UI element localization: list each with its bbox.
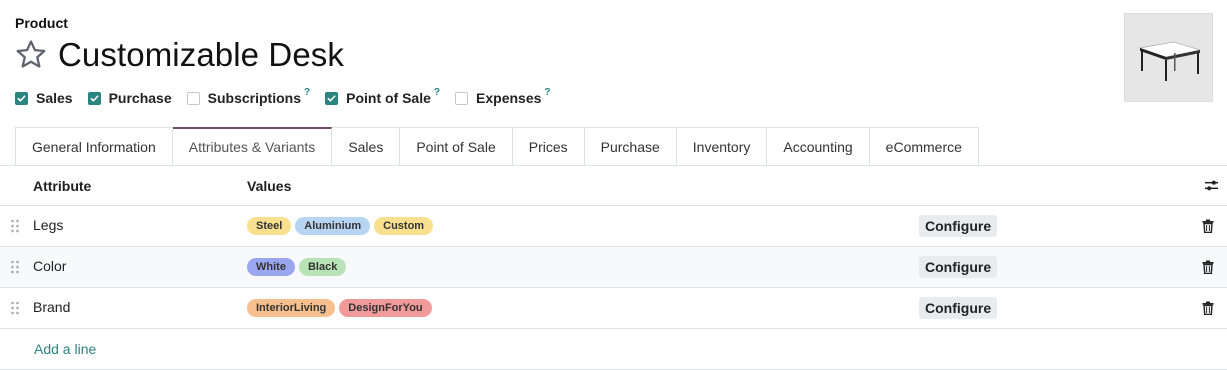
configure-button[interactable]: Configure — [919, 215, 998, 237]
product-title[interactable]: Customizable Desk — [58, 36, 344, 74]
checkbox[interactable] — [15, 91, 28, 105]
tab-prices[interactable]: Prices — [512, 127, 585, 166]
flag-label[interactable]: Sales — [36, 90, 73, 106]
tab-accounting[interactable]: Accounting — [767, 127, 870, 166]
attribute-values[interactable]: White Black — [247, 258, 350, 276]
value-tag[interactable]: DesignForYou — [339, 299, 432, 317]
add-line-link[interactable]: Add a line — [34, 341, 96, 357]
attribute-name[interactable]: Color — [33, 258, 66, 274]
tab-purchase[interactable]: Purchase — [584, 127, 677, 166]
help-icon[interactable]: ? — [544, 87, 550, 98]
checkmark-icon — [90, 94, 99, 102]
product-flags: Sales Purchase Subscriptions? Point of Sale… — [15, 87, 566, 106]
trash-icon[interactable] — [1202, 260, 1214, 274]
table-row[interactable]: Brand InteriorLiving DesignForYou Configure — [0, 288, 1227, 329]
trash-icon[interactable] — [1202, 301, 1214, 315]
product-image[interactable] — [1124, 13, 1213, 102]
value-tag[interactable]: White — [247, 258, 295, 276]
value-tag[interactable]: Black — [298, 258, 347, 276]
flag-purchase[interactable]: Purchase — [87, 90, 172, 106]
star-icon[interactable] — [14, 38, 48, 72]
value-tag[interactable]: Custom — [374, 217, 434, 235]
flag-expenses[interactable]: Expenses? — [455, 87, 551, 106]
title-row: Customizable Desk — [14, 36, 344, 74]
column-header-values[interactable]: Values — [247, 178, 291, 194]
checkmark-icon — [17, 94, 26, 102]
add-line-row: Add a line — [0, 329, 1227, 370]
configure-button[interactable]: Configure — [919, 297, 998, 319]
help-icon[interactable]: ? — [304, 87, 310, 98]
checkbox[interactable] — [455, 91, 469, 105]
desk-image-icon — [1138, 41, 1200, 81]
tab-inventory[interactable]: Inventory — [676, 127, 768, 166]
table-row[interactable]: Legs Steel Aluminium Custom Configure — [0, 206, 1227, 247]
table-row[interactable]: Color White Black Configure — [0, 247, 1227, 288]
flag-sales[interactable]: Sales — [15, 90, 73, 106]
attribute-name[interactable]: Brand — [33, 299, 70, 315]
flag-label[interactable]: Subscriptions — [208, 90, 301, 106]
flag-subscriptions[interactable]: Subscriptions? — [186, 87, 310, 106]
flag-label[interactable]: Expenses — [476, 90, 541, 106]
drag-handle-icon[interactable] — [10, 219, 20, 233]
checkmark-icon — [327, 94, 336, 102]
tab-general-information[interactable]: General Information — [15, 127, 173, 166]
table-header: Attribute Values — [0, 166, 1227, 206]
tab-point-of-sale[interactable]: Point of Sale — [400, 127, 513, 166]
tab-ecommerce[interactable]: eCommerce — [869, 127, 979, 166]
trash-icon[interactable] — [1202, 219, 1214, 233]
checkbox[interactable] — [87, 91, 101, 105]
value-tag[interactable]: Aluminium — [295, 217, 371, 235]
tab-sales[interactable]: Sales — [332, 127, 401, 166]
column-header-attribute[interactable]: Attribute — [33, 178, 91, 194]
attribute-values[interactable]: InteriorLiving DesignForYou — [247, 299, 436, 317]
flag-label[interactable]: Point of Sale — [346, 90, 431, 106]
flag-point-of-sale[interactable]: Point of Sale? — [325, 87, 440, 106]
product-label: Product — [15, 15, 68, 31]
attribute-name[interactable]: Legs — [33, 217, 63, 233]
checkbox[interactable] — [186, 91, 200, 105]
checkbox[interactable] — [325, 91, 339, 105]
drag-handle-icon[interactable] — [10, 301, 20, 315]
help-icon[interactable]: ? — [434, 87, 440, 98]
drag-handle-icon[interactable] — [10, 260, 20, 274]
attributes-table: Attribute Values Legs Steel Aluminium Custo… — [0, 166, 1227, 370]
flag-label[interactable]: Purchase — [109, 90, 172, 106]
configure-button[interactable]: Configure — [919, 256, 998, 278]
value-tag[interactable]: Steel — [247, 217, 292, 235]
notebook-tabs: General Information Attributes & Variants… — [15, 127, 979, 166]
attribute-values[interactable]: Steel Aluminium Custom — [247, 217, 437, 235]
optional-columns-icon[interactable] — [1204, 178, 1219, 193]
value-tag[interactable]: InteriorLiving — [247, 299, 336, 317]
tab-attributes-variants[interactable]: Attributes & Variants — [172, 127, 333, 166]
